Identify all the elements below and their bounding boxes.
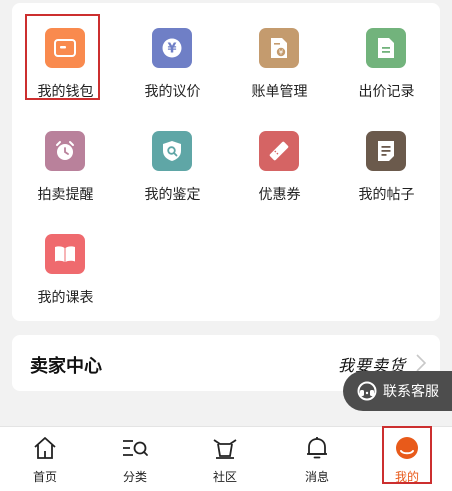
headset-icon — [357, 381, 377, 401]
menu-item-label: 我的钱包 — [37, 84, 94, 100]
shield-search-icon — [152, 131, 192, 171]
community-icon — [211, 435, 239, 461]
menu-item-appraisal[interactable]: 我的鉴定 — [119, 106, 226, 206]
bottom-tab-bar: 首页 分类 社区 消息 我的 — [0, 426, 452, 491]
home-icon — [31, 435, 59, 461]
tab-home[interactable]: 首页 — [0, 427, 90, 491]
menu-item-bill[interactable]: ¥ 账单管理 — [226, 3, 333, 103]
menu-item-label: 账单管理 — [251, 84, 308, 100]
tab-label: 社区 — [212, 470, 237, 484]
menu-item-label: 我的鉴定 — [144, 187, 201, 203]
tab-label: 首页 — [32, 470, 57, 484]
post-icon — [366, 131, 406, 171]
contact-service-button[interactable]: 联系客服 — [343, 371, 452, 411]
document-icon — [366, 28, 406, 68]
profile-icon — [393, 435, 421, 461]
menu-item-bid-record[interactable]: 出价记录 — [333, 3, 440, 103]
alarm-icon — [45, 131, 85, 171]
menu-item-label: 我的课表 — [37, 290, 94, 306]
menu-item-bargain[interactable]: ¥ 我的议价 — [119, 3, 226, 103]
contact-service-label: 联系客服 — [383, 384, 439, 400]
tab-community[interactable]: 社区 — [180, 427, 270, 491]
tab-profile[interactable]: 我的 — [362, 427, 452, 491]
menu-item-coupon[interactable]: 优惠券 — [226, 106, 333, 206]
menu-item-label: 我的帖子 — [358, 187, 415, 203]
bill-icon: ¥ — [259, 28, 299, 68]
tab-label: 分类 — [122, 470, 147, 484]
menu-card: 我的钱包 ¥ 我的议价 ¥ 账单管理 出价记录 拍卖提醒 我的鉴定 优惠券 我的… — [12, 3, 440, 321]
menu-item-label: 出价记录 — [358, 84, 415, 100]
menu-item-wallet[interactable]: 我的钱包 — [12, 3, 119, 103]
bell-icon — [303, 435, 331, 461]
menu-item-label: 优惠券 — [258, 187, 301, 203]
book-icon — [45, 234, 85, 274]
ticket-icon — [259, 131, 299, 171]
category-icon — [121, 435, 149, 461]
menu-item-posts[interactable]: 我的帖子 — [333, 106, 440, 206]
svg-text:¥: ¥ — [167, 42, 176, 57]
menu-item-schedule[interactable]: 我的课表 — [12, 209, 119, 309]
tab-label: 消息 — [304, 470, 329, 484]
wallet-icon — [45, 28, 85, 68]
tab-messages[interactable]: 消息 — [272, 427, 362, 491]
tab-label: 我的 — [394, 470, 419, 484]
menu-item-label: 我的议价 — [144, 84, 201, 100]
menu-item-label: 拍卖提醒 — [37, 187, 94, 203]
tab-category[interactable]: 分类 — [90, 427, 180, 491]
yen-icon: ¥ — [152, 28, 192, 68]
svg-text:¥: ¥ — [279, 49, 284, 57]
seller-center-title: 卖家中心 — [30, 356, 102, 377]
menu-item-auction-reminder[interactable]: 拍卖提醒 — [12, 106, 119, 206]
